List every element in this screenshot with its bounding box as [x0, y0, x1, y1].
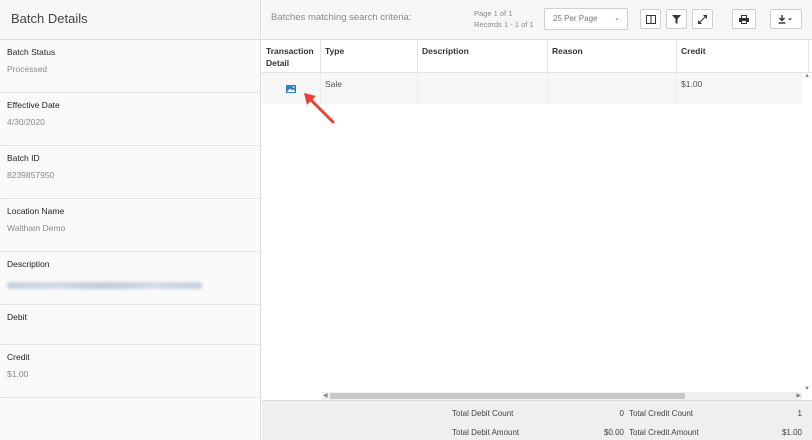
total-debit-count-value: 0 [619, 409, 624, 418]
field-value: 8239857950 [7, 170, 55, 180]
field-debit: Debit [0, 305, 260, 345]
print-icon [739, 14, 749, 24]
field-description: Description [0, 252, 260, 305]
grid-toolbar: Batches matching search criteria: Page 1… [262, 0, 812, 40]
redacted-description [7, 282, 202, 289]
column-header[interactable]: Credit [677, 40, 809, 73]
total-credit-count-value: 1 [797, 409, 802, 418]
scroll-up-icon[interactable]: ▲ [804, 73, 810, 79]
field-label: Debit [7, 312, 27, 322]
column-header[interactable]: Type [321, 40, 418, 73]
scroll-thumb[interactable] [330, 393, 685, 399]
grid-header: Transaction Detail Type Description Reas… [262, 40, 812, 73]
field-value: 4/30/2020 [7, 117, 45, 127]
per-page-select[interactable]: 25 Per Page ⌄ [544, 8, 628, 30]
field-label: Batch ID [7, 153, 40, 163]
field-label: Description [7, 259, 50, 269]
total-debit-amount-value: $0.00 [603, 428, 624, 437]
field-batch-status: Batch Status Processed [0, 40, 260, 93]
scroll-down-icon[interactable]: ▼ [804, 386, 810, 392]
total-credit-amount-value: $1.00 [781, 428, 802, 437]
download-icon [778, 14, 792, 24]
column-header[interactable]: Reason [548, 40, 677, 73]
page-indicator: Page 1 of 1 [474, 9, 513, 18]
field-batch-id: Batch ID 8239857950 [0, 146, 260, 199]
field-value: Processed [7, 64, 48, 74]
expand-icon [698, 14, 707, 24]
total-debit-count-label: Total Debit Count [452, 409, 514, 418]
chevron-down-icon: ⌄ [614, 15, 620, 22]
transactions-grid: Transaction Detail Type Description Reas… [262, 40, 812, 400]
vertical-scrollbar[interactable]: ▲ ▼ [802, 73, 812, 392]
annotation-arrow-icon [304, 93, 335, 124]
records-indicator: Records 1 - 1 of 1 [474, 20, 534, 29]
scroll-right-icon[interactable]: ▶ [796, 392, 801, 399]
pagination-info: Page 1 of 1 Records 1 - 1 of 1 [474, 8, 534, 30]
field-value: Waltham Demo [7, 223, 66, 233]
download-button[interactable] [770, 9, 802, 29]
field-label: Effective Date [7, 100, 60, 110]
columns-icon [645, 14, 656, 24]
scroll-left-icon[interactable]: ◀ [323, 392, 328, 399]
panel-title: Batch Details [0, 0, 260, 40]
expand-button[interactable] [692, 9, 713, 29]
image-icon[interactable] [286, 85, 296, 93]
summary-footer: Total Debit Count 0 Total Credit Count 1… [262, 400, 812, 440]
filter-button[interactable] [666, 9, 687, 29]
total-credit-count-label: Total Credit Count [629, 409, 694, 418]
column-header[interactable]: Description [418, 40, 548, 73]
description-cell [418, 73, 548, 104]
search-criteria-label: Batches matching search criteria: [271, 12, 412, 23]
total-debit-amount-label: Total Debit Amount [452, 428, 520, 437]
field-credit: Credit $1.00 [0, 345, 260, 398]
field-label: Credit [7, 352, 30, 362]
total-credit-amount-label: Total Credit Amount [629, 428, 699, 437]
print-button[interactable] [732, 9, 756, 29]
field-effective-date: Effective Date 4/30/2020 [0, 93, 260, 146]
per-page-value: 25 Per Page [553, 14, 598, 23]
field-location-name: Location Name Waltham Demo [0, 199, 260, 252]
field-value: $1.00 [7, 369, 29, 379]
table-row[interactable]: Sale $1.00 [262, 73, 812, 104]
batch-details-panel: Batch Details Batch Status Processed Eff… [0, 0, 261, 440]
field-label: Batch Status [7, 47, 56, 57]
credit-cell: $1.00 [681, 79, 703, 89]
filter-icon [672, 14, 681, 24]
field-label: Location Name [7, 206, 65, 216]
columns-button[interactable] [640, 9, 661, 29]
column-header[interactable]: Transaction Detail [262, 40, 321, 73]
reason-cell [548, 73, 677, 104]
horizontal-scrollbar[interactable]: ◀ ▶ [322, 392, 802, 400]
